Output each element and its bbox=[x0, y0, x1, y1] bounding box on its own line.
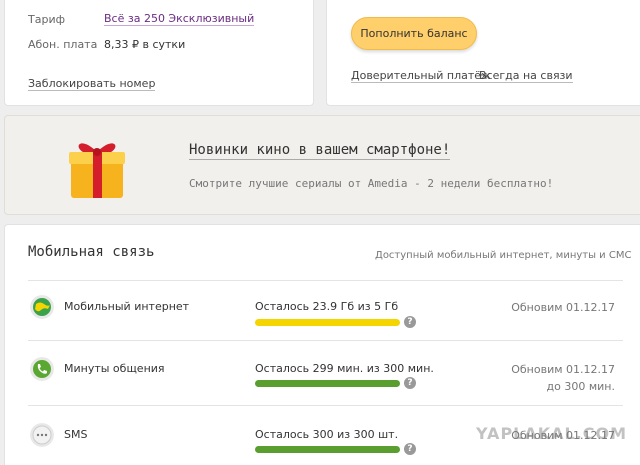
promo-subtitle: Смотрите лучшие сериалы от Amedia - 2 не… bbox=[189, 177, 554, 190]
balance-card: Пополнить баланс Доверительный платёж Вс… bbox=[326, 0, 640, 106]
service-name: SMS bbox=[64, 428, 88, 441]
tariff-card: Тариф Всё за 250 Эксклюзивный Абон. плат… bbox=[4, 0, 314, 106]
promo-title[interactable]: Новинки кино в вашем смартфоне! bbox=[189, 142, 451, 160]
divider bbox=[28, 280, 623, 281]
tariff-link[interactable]: Всё за 250 Эксклюзивный bbox=[104, 12, 255, 26]
watermark: YAPLAKAL.COM bbox=[476, 424, 628, 443]
topup-balance-button[interactable]: Пополнить баланс bbox=[351, 17, 477, 50]
fee-value: 8,33 ₽ в сутки bbox=[104, 38, 186, 51]
sms-icon bbox=[30, 423, 54, 447]
block-number-link[interactable]: Заблокировать номер bbox=[28, 77, 156, 91]
fee-label: Абон. плата bbox=[28, 38, 98, 51]
help-icon[interactable]: ? bbox=[404, 316, 416, 328]
service-remaining: Осталось 23.9 Гб из 5 Гб bbox=[255, 300, 399, 313]
always-connected-link[interactable]: Всегда на связи bbox=[479, 69, 573, 83]
phone-icon bbox=[30, 357, 54, 381]
update-date: Обновим 01.12.17 bbox=[511, 301, 615, 314]
divider bbox=[28, 405, 623, 406]
service-remaining: Осталось 300 из 300 шт. bbox=[255, 428, 399, 441]
section-subtitle: Доступный мобильный интернет, минуты и С… bbox=[375, 250, 632, 261]
service-name: Мобильный интернет bbox=[64, 300, 190, 313]
divider bbox=[28, 340, 623, 341]
service-update: Обновим 01.12.17 до 300 мин. bbox=[511, 361, 615, 395]
trust-payment-link[interactable]: Доверительный платёж bbox=[351, 69, 491, 83]
service-remaining: Осталось 299 мин. из 300 мин. bbox=[255, 362, 434, 375]
service-name: Минуты общения bbox=[64, 362, 165, 375]
progress-bar bbox=[255, 319, 400, 326]
tariff-label: Тариф bbox=[28, 13, 65, 26]
update-limit: до 300 мин. bbox=[546, 380, 615, 393]
service-update: Обновим 01.12.17 bbox=[511, 299, 615, 316]
gift-icon bbox=[69, 143, 125, 198]
globe-icon bbox=[30, 295, 54, 319]
section-title: Мобильная связь bbox=[28, 244, 155, 260]
help-icon[interactable]: ? bbox=[404, 443, 416, 455]
help-icon[interactable]: ? bbox=[404, 377, 416, 389]
progress-bar bbox=[255, 446, 400, 453]
promo-banner[interactable]: Новинки кино в вашем смартфоне! Смотрите… bbox=[4, 115, 640, 215]
update-date: Обновим 01.12.17 bbox=[511, 363, 615, 376]
progress-bar bbox=[255, 380, 400, 387]
